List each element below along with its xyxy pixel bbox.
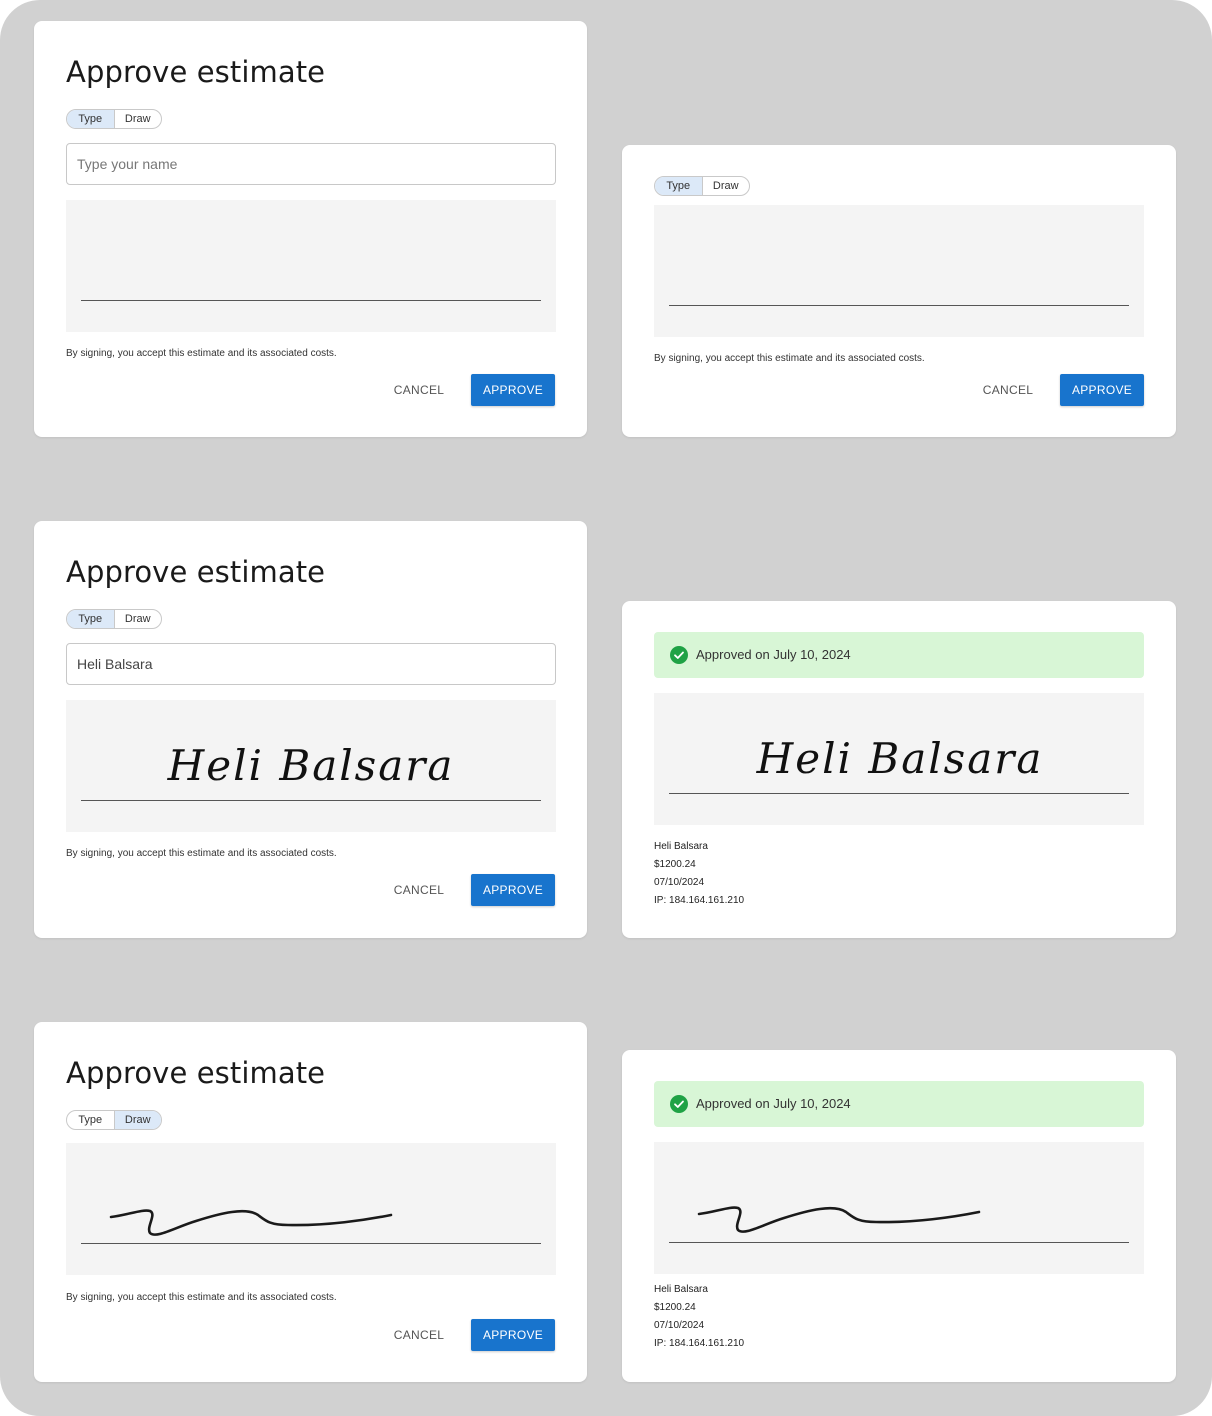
approved-banner-text: Approved on July 10, 2024 bbox=[696, 647, 851, 662]
signature-draw-pad[interactable] bbox=[66, 1143, 556, 1275]
approve-button[interactable]: APPROVE bbox=[471, 1319, 555, 1351]
approved-date: 07/10/2024 bbox=[654, 1320, 705, 1331]
tab-type[interactable]: Type bbox=[67, 110, 115, 128]
approved-banner-text: Approved on July 10, 2024 bbox=[696, 1096, 851, 1111]
approved-drawn-card: Approved on July 10, 2024 Heli Balsara $… bbox=[622, 1050, 1176, 1382]
signature-line bbox=[669, 793, 1129, 794]
approve-dialog-typed: Approve estimate Type Draw Heli Balsara … bbox=[34, 521, 587, 938]
drawn-signature bbox=[697, 1206, 981, 1233]
tab-type[interactable]: Type bbox=[655, 177, 703, 195]
check-circle-icon bbox=[670, 1095, 688, 1113]
approve-dialog-draw: Approve estimate Type Draw By signing, y… bbox=[34, 1022, 587, 1382]
signature-line bbox=[81, 800, 541, 801]
approve-button[interactable]: APPROVE bbox=[471, 874, 555, 906]
signature-display bbox=[654, 1142, 1144, 1274]
signature-mode-toggle: Type Draw bbox=[654, 176, 750, 196]
signature-line bbox=[81, 300, 541, 301]
cancel-button[interactable]: CANCEL bbox=[386, 874, 452, 906]
dialog-title: Approve estimate bbox=[66, 1056, 326, 1090]
tab-draw[interactable]: Draw bbox=[115, 110, 162, 128]
approved-typed-card: Approved on July 10, 2024 Heli Balsara H… bbox=[622, 601, 1176, 938]
approved-amount: $1200.24 bbox=[654, 859, 696, 870]
cancel-button[interactable]: CANCEL bbox=[975, 374, 1041, 406]
name-input[interactable] bbox=[66, 143, 556, 185]
signature-pad[interactable] bbox=[654, 205, 1144, 337]
typed-signature: Heli Balsara bbox=[756, 734, 1044, 783]
approval-details: Heli Balsara $1200.24 07/10/2024 IP: 184… bbox=[654, 1281, 744, 1353]
signature-line bbox=[81, 1243, 541, 1244]
tab-draw[interactable]: Draw bbox=[703, 177, 750, 195]
approved-date: 07/10/2024 bbox=[654, 877, 705, 888]
approved-ip: IP: 184.164.161.210 bbox=[654, 1338, 745, 1349]
signature-pad[interactable] bbox=[66, 200, 556, 332]
signature-mode-toggle: Type Draw bbox=[66, 109, 162, 129]
check-circle-icon bbox=[670, 646, 688, 664]
approve-button[interactable]: APPROVE bbox=[471, 374, 555, 406]
approved-amount: $1200.24 bbox=[654, 1302, 696, 1313]
disclaimer-text: By signing, you accept this estimate and… bbox=[66, 348, 337, 359]
approved-ip: IP: 184.164.161.210 bbox=[654, 895, 745, 906]
tab-type[interactable]: Type bbox=[67, 1111, 115, 1129]
cancel-button[interactable]: CANCEL bbox=[386, 1319, 452, 1351]
dialog-title: Approve estimate bbox=[66, 555, 326, 589]
typed-signature: Heli Balsara bbox=[167, 741, 455, 790]
signature-mode-toggle: Type Draw bbox=[66, 609, 162, 629]
signature-mode-toggle: Type Draw bbox=[66, 1110, 162, 1130]
signature-line bbox=[669, 1242, 1129, 1243]
design-canvas: Approve estimate Type Draw By signing, y… bbox=[0, 0, 1212, 1416]
approved-banner: Approved on July 10, 2024 bbox=[654, 1081, 1144, 1127]
approved-banner: Approved on July 10, 2024 bbox=[654, 632, 1144, 678]
cancel-button[interactable]: CANCEL bbox=[386, 374, 452, 406]
tab-draw[interactable]: Draw bbox=[115, 610, 162, 628]
signer-name: Heli Balsara bbox=[654, 841, 708, 852]
signature-display: Heli Balsara bbox=[654, 693, 1144, 825]
approve-dialog-compact: Type Draw By signing, you accept this es… bbox=[622, 145, 1176, 437]
typed-signature-text: Heli Balsara bbox=[756, 734, 1044, 783]
approve-dialog-empty: Approve estimate Type Draw By signing, y… bbox=[34, 21, 587, 437]
signature-line bbox=[669, 305, 1129, 306]
tab-draw[interactable]: Draw bbox=[114, 1111, 161, 1129]
disclaimer-text: By signing, you accept this estimate and… bbox=[66, 848, 337, 859]
typed-signature-text: Heli Balsara bbox=[167, 741, 455, 790]
approve-button[interactable]: APPROVE bbox=[1060, 374, 1144, 406]
signature-pad[interactable]: Heli Balsara bbox=[66, 700, 556, 832]
approval-details: Heli Balsara $1200.24 07/10/2024 IP: 184… bbox=[654, 838, 744, 910]
dialog-title: Approve estimate bbox=[66, 55, 326, 89]
disclaimer-text: By signing, you accept this estimate and… bbox=[66, 1292, 337, 1303]
drawn-signature bbox=[109, 1209, 393, 1236]
disclaimer-text: By signing, you accept this estimate and… bbox=[654, 353, 925, 364]
signer-name: Heli Balsara bbox=[654, 1284, 708, 1295]
tab-type[interactable]: Type bbox=[67, 610, 115, 628]
name-input[interactable] bbox=[66, 643, 556, 685]
